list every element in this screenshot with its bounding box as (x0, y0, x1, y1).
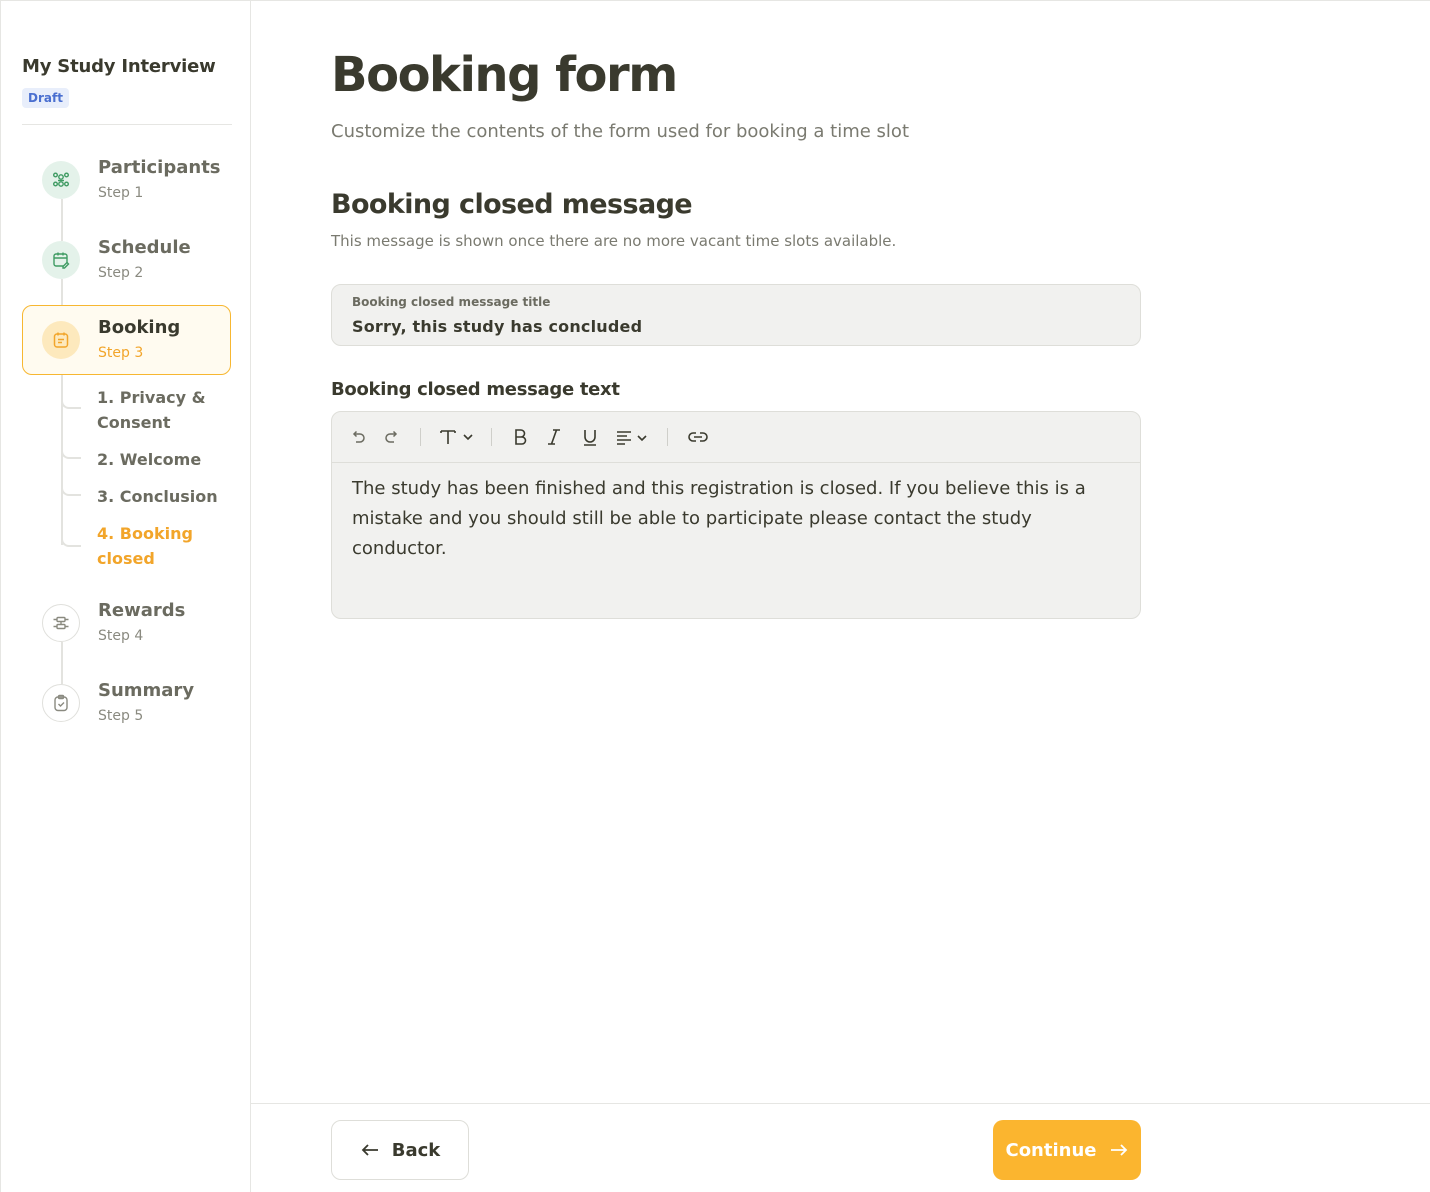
clipboard-check-icon (42, 684, 80, 722)
participants-icon (42, 161, 80, 199)
field-label: Booking closed message title (352, 295, 551, 309)
step-title: Summary (98, 680, 195, 701)
link-icon[interactable] (686, 425, 710, 449)
section-description: This message is shown once there are no … (331, 232, 897, 250)
substep-label: 2. Welcome (97, 450, 202, 469)
step-subtitle: Step 4 (98, 628, 144, 644)
footer: Back Continue (251, 1103, 1430, 1192)
substep-branch (61, 484, 81, 496)
editor-label: Booking closed message text (331, 379, 620, 400)
toolbar-separator (420, 428, 421, 446)
substep-booking-closed[interactable]: 4. Booking closed (97, 521, 193, 571)
page-subtitle: Customize the contents of the form used … (331, 121, 910, 142)
page-title: Booking form (331, 47, 678, 103)
undo-icon[interactable] (346, 425, 370, 449)
sidebar-step-booking[interactable]: Booking Step 3 (22, 305, 231, 375)
step-subtitle: Step 1 (98, 185, 144, 201)
continue-button-label: Continue (1005, 1139, 1097, 1161)
substep-label: 3. Conclusion (97, 487, 218, 506)
arrow-left-icon (361, 1144, 378, 1156)
step-subtitle: Step 2 (98, 265, 144, 281)
booking-closed-title-field[interactable]: Booking closed message title Sorry, this… (331, 284, 1141, 346)
align-icon[interactable] (614, 425, 652, 449)
substep-conclusion[interactable]: 3. Conclusion (97, 484, 218, 509)
main-content: Booking form Customize the contents of t… (251, 0, 1430, 1192)
italic-icon[interactable] (542, 425, 566, 449)
toolbar-separator (491, 428, 492, 446)
underline-icon[interactable] (578, 425, 602, 449)
editor-content[interactable]: The study has been finished and this reg… (352, 474, 1122, 564)
redo-icon[interactable] (380, 425, 404, 449)
sidebar-step-rewards[interactable]: Rewards Step 4 (22, 588, 231, 658)
sidebar: My Study Interview Draft Participants St… (0, 0, 251, 1192)
arrow-right-icon (1110, 1144, 1127, 1156)
substep-branch (61, 397, 81, 409)
substep-label: closed (97, 549, 155, 568)
sidebar-divider (22, 124, 232, 125)
step-title: Schedule (98, 237, 191, 258)
editor-toolbar (332, 412, 1140, 463)
continue-button[interactable]: Continue (993, 1120, 1141, 1180)
study-title: My Study Interview (22, 56, 216, 77)
bold-icon[interactable] (508, 425, 532, 449)
back-button[interactable]: Back (331, 1120, 469, 1180)
substep-label: 1. Privacy & (97, 388, 206, 407)
booking-icon (42, 321, 80, 359)
substep-branch (61, 447, 81, 459)
sidebar-step-summary[interactable]: Summary Step 5 (22, 668, 231, 738)
rich-text-editor[interactable]: The study has been finished and this reg… (331, 411, 1141, 619)
step-subtitle: Step 3 (98, 345, 144, 361)
back-button-label: Back (391, 1139, 441, 1161)
sidebar-step-participants[interactable]: Participants Step 1 (22, 145, 231, 215)
section-title: Booking closed message (331, 189, 693, 220)
substep-welcome[interactable]: 2. Welcome (97, 447, 201, 472)
sidebar-step-schedule[interactable]: Schedule Step 2 (22, 225, 231, 295)
substep-branch (61, 535, 81, 547)
rewards-icon (42, 604, 80, 642)
status-badge: Draft (22, 88, 69, 108)
substep-privacy-consent[interactable]: 1. Privacy & Consent (97, 385, 206, 435)
step-subtitle: Step 5 (98, 708, 144, 724)
toolbar-separator (667, 428, 668, 446)
step-title: Booking (98, 317, 181, 338)
calendar-edit-icon (42, 241, 80, 279)
substep-label: 4. Booking (97, 524, 193, 543)
step-title: Rewards (98, 600, 186, 621)
step-title: Participants (98, 157, 221, 178)
field-value[interactable]: Sorry, this study has concluded (352, 317, 642, 336)
substep-label: Consent (97, 413, 171, 432)
text-style-icon[interactable] (436, 425, 476, 449)
